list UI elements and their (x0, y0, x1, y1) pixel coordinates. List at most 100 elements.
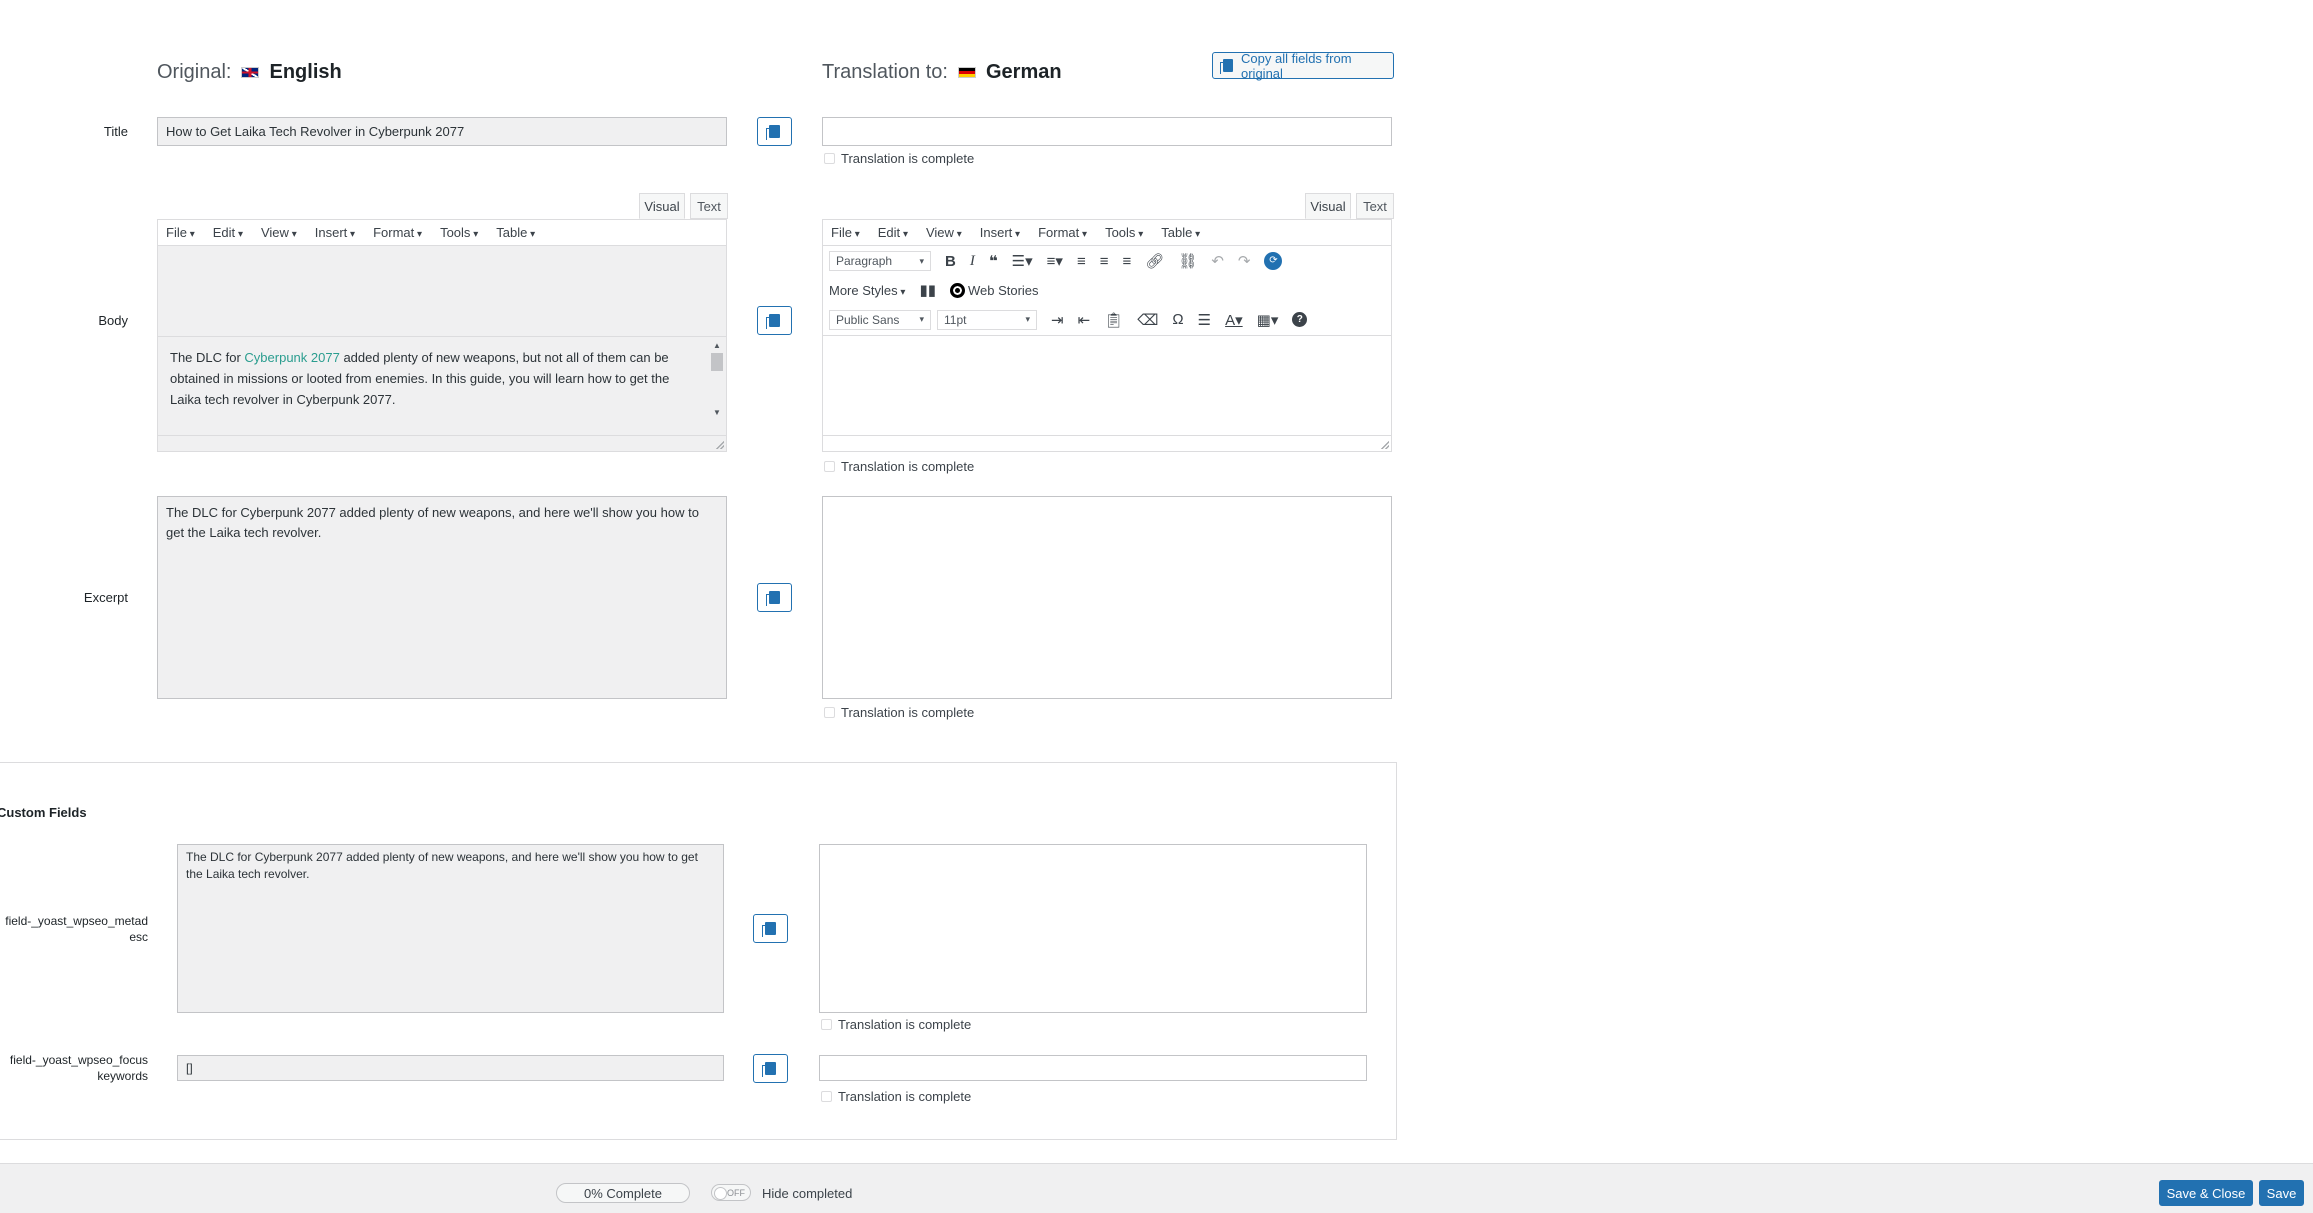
toolbar-row-3: Public Sans ▾ 11pt ▾ ⇥ ⇤ 📋︎ ⌫ Ω ☰ A▾ ▦▾ ? (823, 304, 1391, 336)
checkbox-box[interactable] (824, 707, 835, 718)
horizontal-rule-icon[interactable]: ☰ (1198, 311, 1211, 329)
bullet-list-icon[interactable]: ☰▾ (1012, 252, 1033, 270)
numbered-list-icon[interactable]: ≡▾ (1047, 252, 1063, 270)
copy-all-label: Copy all fields from original (1241, 50, 1352, 81)
checkbox-box[interactable] (824, 153, 835, 164)
menu-format[interactable]: Format (1038, 225, 1087, 240)
bold-icon[interactable]: B (945, 253, 956, 270)
checkbox-box[interactable] (821, 1091, 832, 1102)
blockquote-icon[interactable]: ❝ (989, 252, 998, 270)
menu-tools[interactable]: Tools (1105, 225, 1143, 240)
menu-file[interactable]: File (166, 225, 195, 240)
link-icon[interactable]: 🔗︎ (1145, 252, 1164, 270)
menu-file[interactable]: File (831, 225, 860, 240)
font-family-select[interactable]: Public Sans ▾ (829, 309, 931, 330)
body-link[interactable]: Cyberpunk 2077 (244, 350, 339, 365)
format-select-value: Paragraph (836, 254, 893, 268)
chevron-down-icon: ▾ (919, 314, 924, 324)
text-color-icon[interactable]: A▾ (1225, 311, 1243, 329)
title-translation-input[interactable] (822, 117, 1392, 146)
chevron-down-icon: ▾ (1025, 314, 1030, 324)
copy-icon (1220, 59, 1233, 74)
translation-body-content[interactable] (823, 336, 1391, 426)
save-button[interactable]: Save (2259, 1180, 2304, 1206)
align-left-icon[interactable]: ≡ (1077, 253, 1086, 270)
resize-handle-icon[interactable] (1381, 441, 1389, 449)
toolbar-row-2: More Styles ▾ ▮▮ Web Stories (823, 276, 1391, 304)
copy-all-fields-button[interactable]: Copy all fields from original (1212, 50, 1394, 81)
indent-icon[interactable]: ⇥ (1051, 311, 1064, 329)
translation-statusbar (823, 435, 1391, 451)
translation-language: German (986, 60, 1062, 83)
checkbox-label: Translation is complete (841, 459, 975, 474)
resize-handle-icon[interactable] (716, 441, 724, 449)
original-prefix: Original: (157, 60, 232, 83)
menu-table[interactable]: Table (1161, 225, 1200, 240)
menu-view[interactable]: View (261, 225, 297, 240)
menu-edit[interactable]: Edit (213, 225, 243, 240)
help-icon[interactable]: ? (1292, 312, 1308, 327)
copy-title-button[interactable] (757, 117, 792, 146)
copy-focuskw-button[interactable] (753, 1054, 788, 1083)
undo-icon[interactable]: ↶ (1211, 252, 1224, 270)
excerpt-translation-textarea[interactable] (822, 496, 1392, 699)
checkbox-label: Translation is complete (841, 151, 975, 166)
original-visual-tab[interactable]: Visual (639, 193, 685, 219)
more-styles-dropdown[interactable]: More Styles ▾ (829, 283, 905, 298)
clear-format-icon[interactable]: ⌫ (1137, 311, 1158, 329)
menu-table[interactable]: Table (496, 225, 535, 240)
menu-edit[interactable]: Edit (878, 225, 908, 240)
web-stories-button[interactable]: Web Stories (949, 282, 1039, 298)
custom-fields-title: Custom Fields (0, 805, 87, 820)
menu-insert[interactable]: Insert (980, 225, 1020, 240)
focuskw-translation-input[interactable] (819, 1055, 1367, 1081)
copy-icon (766, 125, 780, 140)
chart-icon[interactable]: ▮▮ (919, 281, 936, 299)
paste-icon[interactable]: 📋︎ (1104, 311, 1123, 329)
special-character-icon[interactable]: Ω (1172, 311, 1183, 328)
original-language: English (269, 60, 342, 83)
uk-flag-icon (241, 66, 260, 78)
translation-visual-tab[interactable]: Visual (1305, 193, 1351, 219)
body-complete-checkbox[interactable]: Translation is complete (824, 459, 974, 474)
copy-body-button[interactable] (757, 306, 792, 335)
copy-excerpt-button[interactable] (757, 583, 792, 612)
body-scrollbar[interactable]: ▲ ▼ (710, 341, 724, 423)
checkbox-box[interactable] (824, 461, 835, 472)
redo-icon[interactable]: ↷ (1238, 252, 1251, 270)
outdent-icon[interactable]: ⇤ (1078, 311, 1091, 329)
metadesc-complete-checkbox[interactable]: Translation is complete (821, 1017, 971, 1032)
align-center-icon[interactable]: ≡ (1100, 253, 1109, 270)
italic-icon[interactable]: I (970, 253, 975, 270)
menu-view[interactable]: View (926, 225, 962, 240)
format-select[interactable]: Paragraph ▾ (829, 251, 931, 271)
table-icon[interactable]: ▦▾ (1257, 311, 1279, 329)
title-complete-checkbox[interactable]: Translation is complete (824, 151, 974, 166)
translation-text-tab[interactable]: Text (1356, 193, 1394, 219)
font-family-value: Public Sans (836, 312, 900, 327)
menu-format[interactable]: Format (373, 225, 422, 240)
hide-completed-toggle[interactable]: OFF (711, 1184, 751, 1201)
progress-indicator: 0% Complete (556, 1183, 690, 1203)
plugin-icon[interactable]: ⟳ (1264, 252, 1283, 270)
menu-insert[interactable]: Insert (315, 225, 355, 240)
font-size-select[interactable]: 11pt ▾ (937, 309, 1037, 330)
font-size-value: 11pt (944, 312, 967, 327)
copy-metadesc-button[interactable] (753, 914, 788, 943)
unlink-icon[interactable]: ⛓︎ (1178, 252, 1197, 270)
original-text-tab[interactable]: Text (690, 193, 728, 219)
checkbox-box[interactable] (821, 1019, 832, 1030)
align-right-icon[interactable]: ≡ (1122, 253, 1131, 270)
chevron-down-icon: ▾ (919, 255, 924, 266)
menu-tools[interactable]: Tools (440, 225, 478, 240)
title-field-label: Title (103, 124, 128, 139)
german-flag-icon (958, 66, 976, 78)
save-and-close-button[interactable]: Save & Close (2159, 1180, 2253, 1206)
excerpt-complete-checkbox[interactable]: Translation is complete (824, 705, 974, 720)
translation-body-editor: File Edit View Insert Format Tools Table… (822, 219, 1392, 452)
chevron-down-icon: ▾ (897, 286, 906, 298)
checkbox-label: Translation is complete (841, 705, 975, 720)
metadesc-translation-textarea[interactable] (819, 844, 1367, 1013)
focuskw-complete-checkbox[interactable]: Translation is complete (821, 1089, 971, 1104)
body-field-label: Body (98, 313, 128, 328)
